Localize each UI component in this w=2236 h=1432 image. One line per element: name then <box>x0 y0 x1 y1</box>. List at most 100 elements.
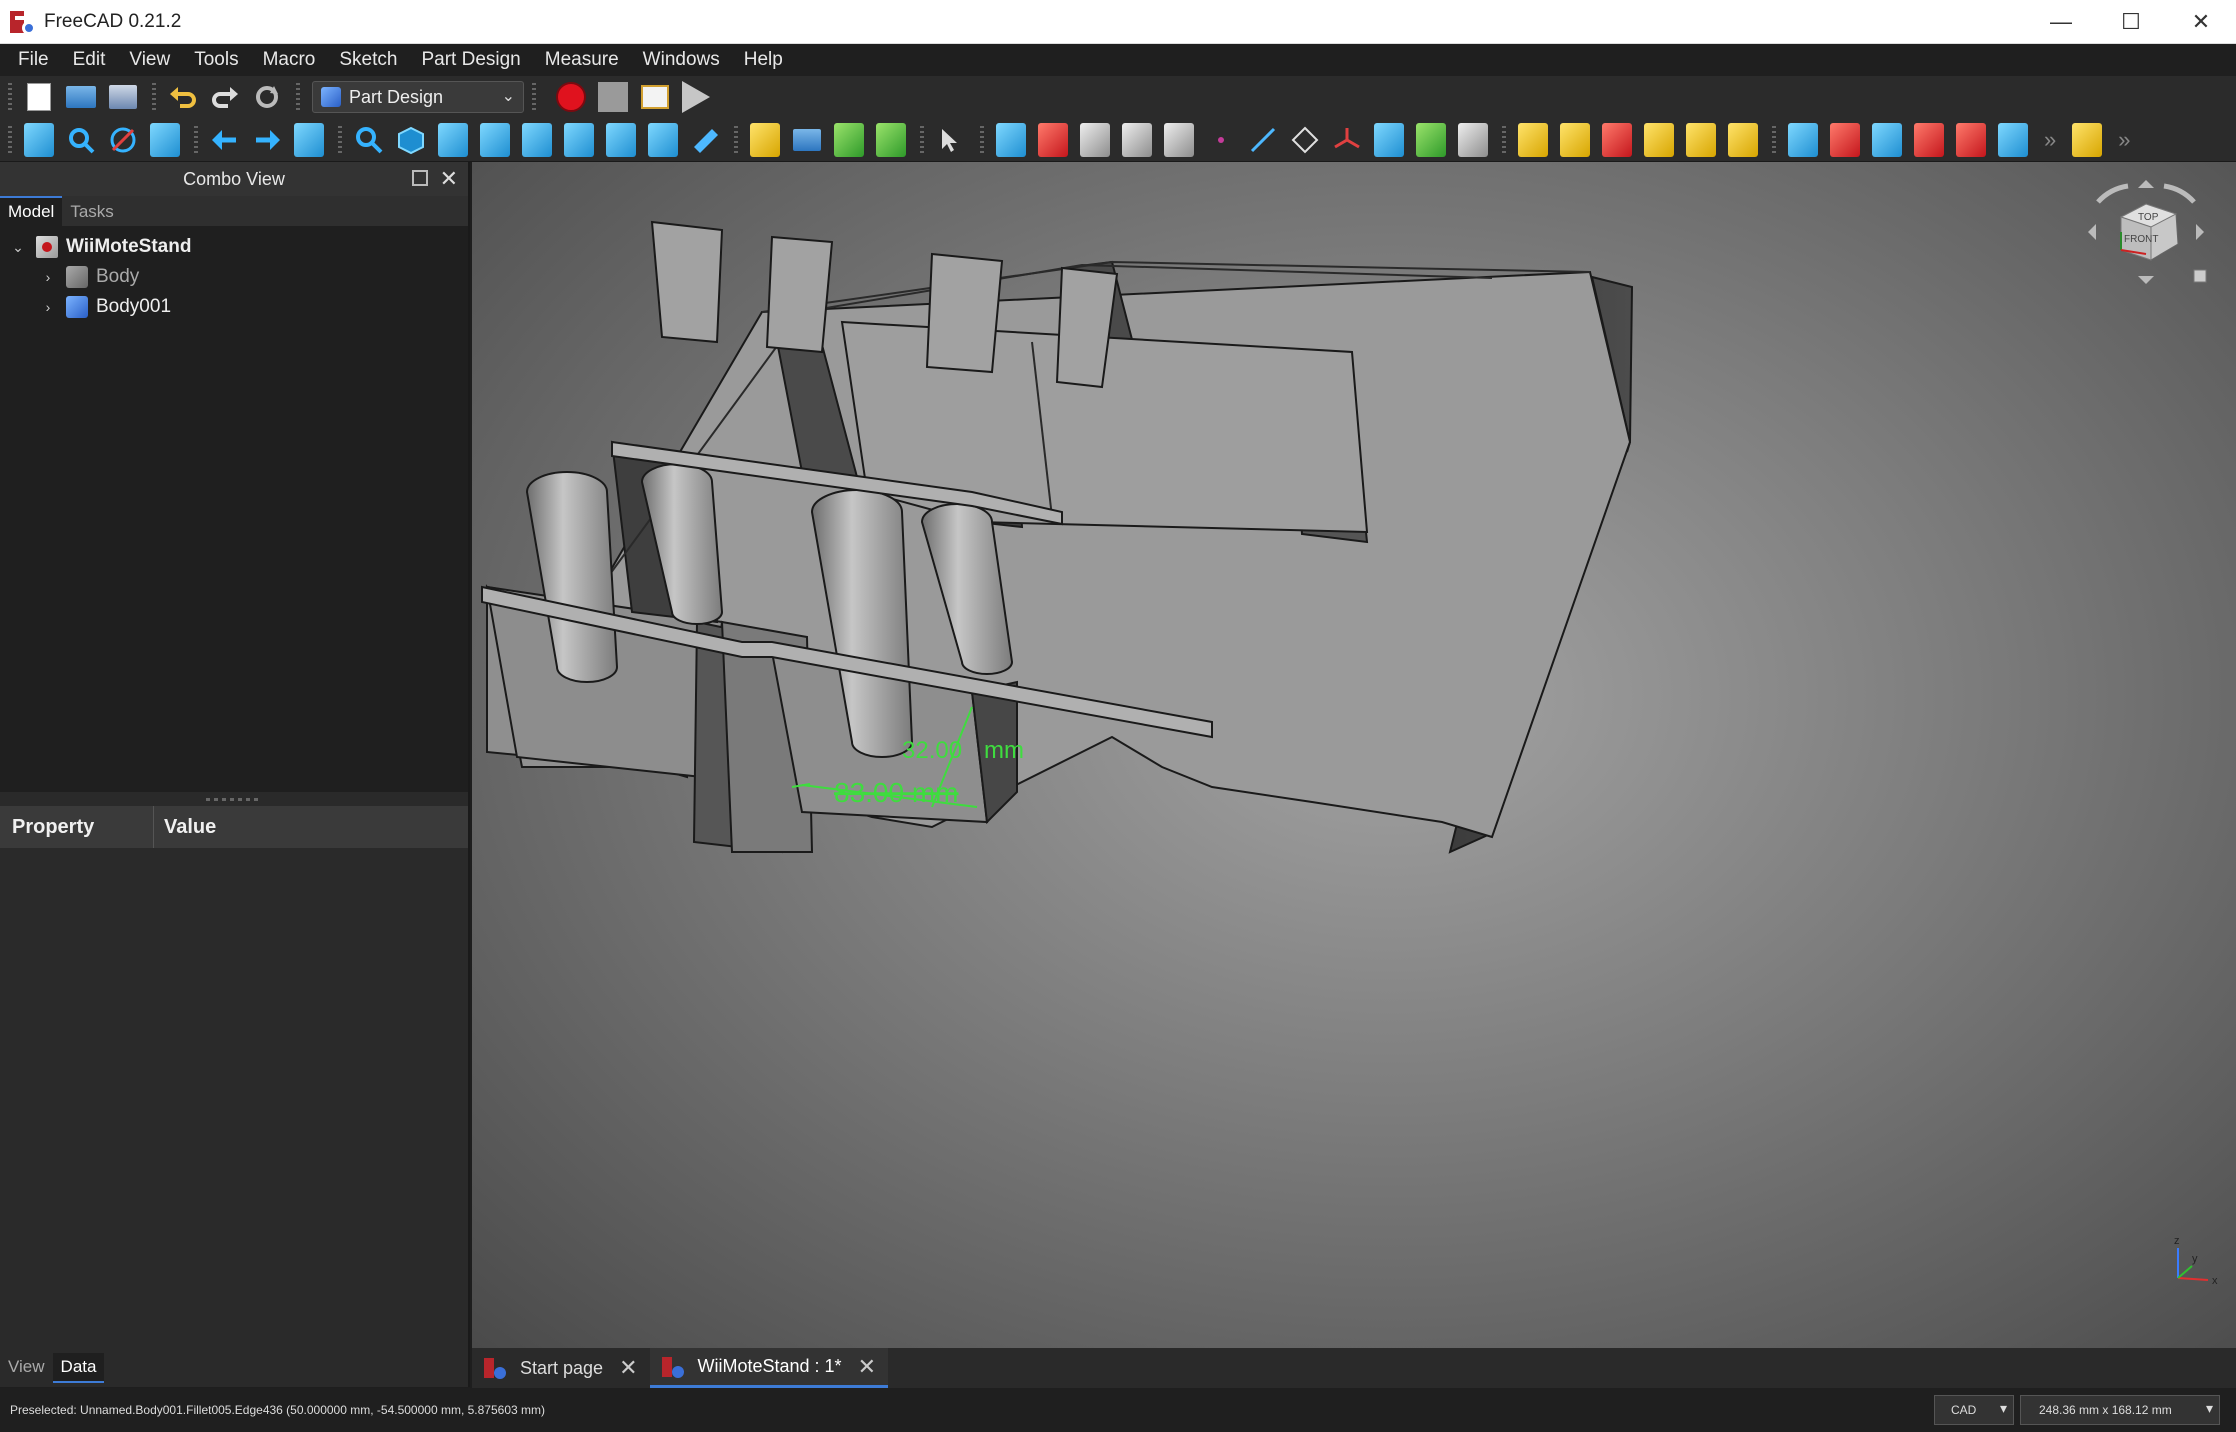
refresh-button[interactable] <box>250 80 284 114</box>
datum-line-icon[interactable] <box>1248 123 1278 157</box>
pocket-button[interactable] <box>1788 122 1818 157</box>
subtractive-loft-button[interactable] <box>1914 122 1944 157</box>
toolbar-grip[interactable] <box>296 83 300 111</box>
toolbar-grip[interactable] <box>8 125 12 154</box>
chevron-down-icon[interactable]: ⌄ <box>8 239 28 256</box>
execute-macro-button[interactable] <box>682 81 710 113</box>
rear-view-button[interactable] <box>564 122 594 157</box>
view-menu-icon[interactable] <box>2193 269 2207 283</box>
pad-button[interactable] <box>1518 122 1548 157</box>
tree-item-document[interactable]: ⌄ WiiMoteStand <box>0 232 468 262</box>
new-document-button[interactable] <box>22 80 56 114</box>
toolbar-grip[interactable] <box>920 125 924 154</box>
menu-sketch[interactable]: Sketch <box>327 44 409 76</box>
bounding-box-button[interactable] <box>150 122 180 157</box>
menu-edit[interactable]: Edit <box>61 44 118 76</box>
toolbar-overflow-icon[interactable]: » <box>2118 127 2130 153</box>
groove-button[interactable] <box>1872 122 1902 157</box>
create-sketch-button[interactable] <box>1038 122 1068 157</box>
navcube-top-label[interactable]: TOP <box>2138 212 2159 223</box>
fit-all-button[interactable] <box>24 122 54 157</box>
view-dimensions-button[interactable]: 248.36 mm x 168.12 mm ▾ <box>2020 1395 2220 1425</box>
subtractive-pipe-button[interactable] <box>1956 122 1986 157</box>
record-macro-button[interactable] <box>556 82 586 112</box>
create-part-button[interactable] <box>750 122 780 157</box>
hole-button[interactable] <box>1830 122 1860 157</box>
toolbar-grip[interactable] <box>532 83 536 111</box>
clone-button[interactable] <box>1164 122 1194 157</box>
toolbar-grip[interactable] <box>152 83 156 111</box>
bottom-view-button[interactable] <box>606 122 636 157</box>
navigation-cube[interactable]: TOP FRONT <box>2076 172 2216 312</box>
draw-style-button[interactable] <box>108 123 138 157</box>
additive-primitive-button[interactable] <box>1728 122 1758 157</box>
rotate-right-icon[interactable] <box>2196 224 2204 240</box>
local-coordinate-icon[interactable] <box>1332 123 1362 157</box>
datum-plane-icon[interactable] <box>1290 123 1320 157</box>
tab-start-page[interactable]: Start page ✕ <box>472 1348 650 1388</box>
model-render[interactable]: 32.00 mm 83.00 mm <box>472 162 2236 1348</box>
top-view-button[interactable] <box>480 122 510 157</box>
property-column-header[interactable]: Property <box>0 806 154 848</box>
tab-view[interactable]: View <box>0 1353 53 1381</box>
3d-viewport[interactable]: 32.00 mm 83.00 mm TOP FRONT z y x <box>472 162 2236 1348</box>
menu-help[interactable]: Help <box>732 44 795 76</box>
workbench-selector[interactable]: Part Design ⌄ <box>312 81 524 113</box>
tree-item-body[interactable]: › Body <box>0 262 468 292</box>
additive-pipe-button[interactable] <box>1644 122 1674 157</box>
navigation-style-button[interactable]: CAD ▾ <box>1934 1395 2014 1425</box>
menu-file[interactable]: File <box>6 44 61 76</box>
tab-data[interactable]: Data <box>52 1353 105 1383</box>
menu-measure[interactable]: Measure <box>533 44 631 76</box>
maximize-button[interactable]: ☐ <box>2096 0 2166 44</box>
whats-this-icon[interactable] <box>936 123 966 157</box>
menu-macro[interactable]: Macro <box>251 44 328 76</box>
edit-macro-button[interactable] <box>638 80 672 114</box>
undo-button[interactable] <box>166 80 200 114</box>
dimension-value-1[interactable]: 32.00 <box>902 737 962 764</box>
validate-sketch-button[interactable] <box>1080 122 1110 157</box>
close-panel-icon[interactable]: ✕ <box>440 166 458 192</box>
stop-macro-button[interactable] <box>598 82 628 112</box>
toolbar-grip[interactable] <box>194 125 198 154</box>
right-view-button[interactable] <box>522 122 552 157</box>
toolbar-grip[interactable] <box>1772 125 1776 154</box>
navcube-front-label[interactable]: FRONT <box>2124 234 2158 245</box>
menu-part-design[interactable]: Part Design <box>409 44 532 76</box>
check-geometry-button[interactable] <box>1122 122 1152 157</box>
measure-icon[interactable] <box>690 123 720 157</box>
create-link-button[interactable] <box>834 122 864 157</box>
additive-loft-button[interactable] <box>1602 122 1632 157</box>
toolbar-grip[interactable] <box>1502 125 1506 154</box>
rotate-up-icon[interactable] <box>2138 180 2154 188</box>
redo-button[interactable] <box>208 80 242 114</box>
left-view-button[interactable] <box>648 122 678 157</box>
create-body-button[interactable] <box>996 122 1026 157</box>
value-column-header[interactable]: Value <box>154 816 216 839</box>
chevron-right-icon[interactable]: › <box>38 299 58 315</box>
subtractive-helix-button[interactable] <box>1998 122 2028 157</box>
close-tab-icon[interactable]: ✕ <box>619 1355 637 1381</box>
shape-binder-button[interactable] <box>1374 122 1404 157</box>
toolbar-grip[interactable] <box>980 125 984 154</box>
toolbar-grip[interactable] <box>734 125 738 154</box>
menu-windows[interactable]: Windows <box>631 44 732 76</box>
minimize-button[interactable]: — <box>2026 0 2096 44</box>
zoom-icon[interactable] <box>354 123 384 157</box>
toolbar-grip[interactable] <box>338 125 342 154</box>
measure-linear-button[interactable] <box>2072 122 2103 157</box>
close-tab-icon[interactable]: ✕ <box>858 1354 876 1380</box>
close-button[interactable]: ✕ <box>2166 0 2236 44</box>
back-arrow-icon[interactable] <box>210 123 240 157</box>
front-view-button[interactable] <box>438 122 468 157</box>
sync-view-button[interactable] <box>294 122 324 157</box>
subshape-binder-button[interactable] <box>1416 122 1446 157</box>
rotate-left-icon[interactable] <box>2088 224 2096 240</box>
panel-splitter[interactable] <box>0 792 468 806</box>
isometric-view-button[interactable] <box>396 123 426 157</box>
tab-tasks[interactable]: Tasks <box>62 198 121 226</box>
additive-helix-button[interactable] <box>1686 122 1716 157</box>
float-panel-icon[interactable] <box>412 170 428 186</box>
clone-body-button[interactable] <box>1458 122 1488 157</box>
tree-item-body001[interactable]: › Body001 <box>0 292 468 322</box>
